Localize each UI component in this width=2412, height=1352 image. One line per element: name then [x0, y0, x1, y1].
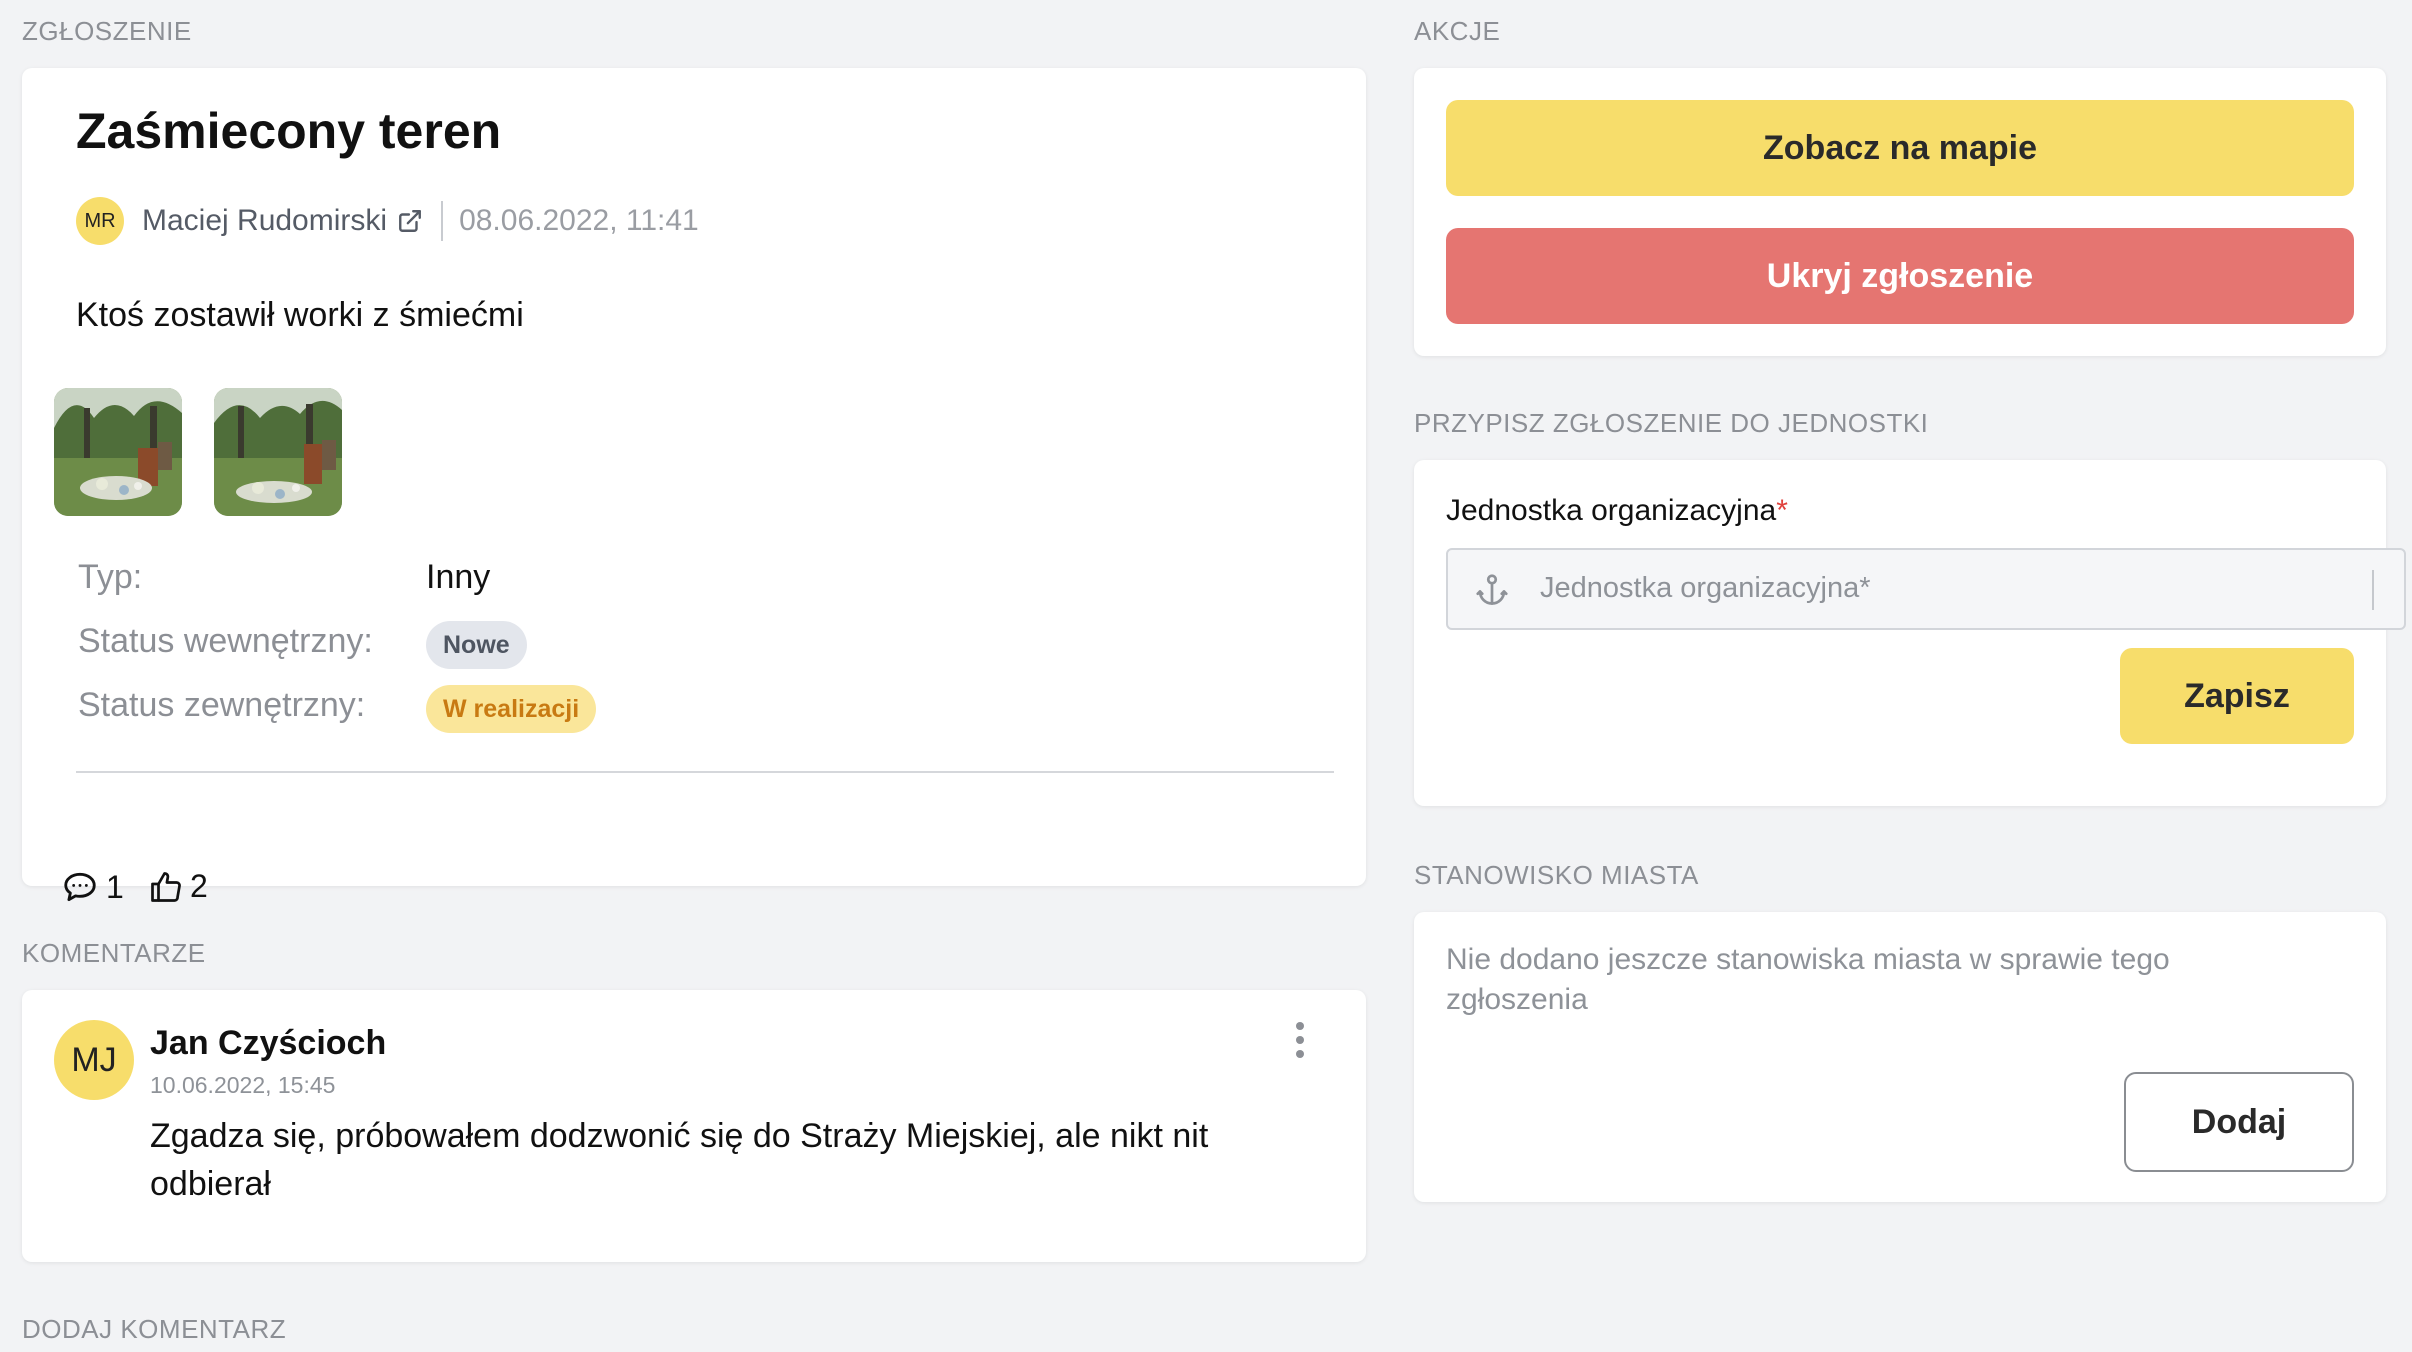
internal-status-label: Status wewnętrzny:	[78, 622, 373, 660]
unit-select[interactable]: Jednostka organizacyjna*	[1446, 548, 2406, 630]
report-photo-1[interactable]	[54, 388, 182, 516]
select-separator	[2372, 570, 2374, 610]
report-card: Zaśmiecony teren MR Maciej Rudomirski 08…	[22, 68, 1366, 905]
external-status-badge: W realizacji	[426, 685, 597, 733]
section-label-actions: AKCJE	[1414, 16, 1501, 46]
likes-stat[interactable]: 2	[148, 868, 208, 905]
comment-avatar: MJ	[54, 1020, 134, 1100]
report-photo-2[interactable]	[214, 388, 342, 516]
section-label-add-comment: DODAJ KOMENTARZ	[22, 1314, 287, 1344]
likes-count: 2	[190, 868, 208, 904]
section-label-assign: PRZYPISZ ZGŁOSZENIE DO JEDNOSTKI	[1414, 408, 1929, 438]
type-label: Typ:	[78, 558, 143, 596]
comment-text: Zgadza się, próbowałem dodzwonić się do …	[150, 1117, 1209, 1203]
unit-field-label-text: Jednostka organizacyjna	[1446, 494, 1777, 527]
view-on-map-button[interactable]: Zobacz na mapie	[1446, 100, 2354, 196]
add-position-button[interactable]: Dodaj	[2124, 1072, 2354, 1172]
city-position-card: Nie dodano jeszcze stanowiska miasta w s…	[1414, 912, 2386, 1202]
type-value: Inny	[426, 558, 491, 596]
external-link-icon[interactable]	[397, 208, 423, 234]
unit-field-label: Jednostka organizacyjna*	[1446, 494, 1788, 528]
author-date-divider	[441, 201, 444, 241]
comment-more-icon[interactable]	[1290, 1022, 1310, 1066]
unit-select-placeholder: Jednostka organizacyjna*	[1540, 572, 1871, 604]
comments-count: 1	[106, 868, 124, 905]
comment-icon	[64, 872, 96, 902]
anchor-icon	[1476, 574, 1508, 605]
section-label-report: ZGŁOSZENIE	[22, 16, 192, 46]
report-author-row: MR Maciej Rudomirski 08.06.2022, 11:41	[76, 196, 699, 246]
section-label-comments: KOMENTARZE	[22, 938, 206, 968]
internal-status-badge: Nowe	[426, 621, 527, 669]
comment-author: Jan Czyścioch	[150, 1024, 387, 1062]
external-status-label: Status zewnętrzny:	[78, 686, 366, 724]
actions-card: Zobacz na mapie Ukryj zgłoszenie	[1414, 68, 2386, 356]
author-avatar: MR	[76, 197, 124, 245]
required-mark: *	[1776, 494, 1788, 527]
report-divider	[76, 771, 1334, 773]
city-position-empty-text: Nie dodano jeszcze stanowiska miasta w s…	[1446, 943, 2170, 1016]
thumbs-up-icon	[151, 871, 181, 902]
section-label-city-position: STANOWISKO MIASTA	[1414, 860, 1699, 890]
comments-stat[interactable]: 1	[60, 868, 124, 906]
report-date: 08.06.2022, 11:41	[459, 204, 699, 237]
author-name-link[interactable]: Maciej Rudomirski	[142, 204, 387, 238]
assign-card: Jednostka organizacyjna* Jednostka organ…	[1414, 460, 2406, 806]
report-title: Zaśmiecony teren	[76, 103, 502, 159]
report-description: Ktoś zostawił worki z śmiećmi	[76, 296, 524, 334]
comment-card: MJ Jan Czyścioch 10.06.2022, 15:45 Zgadz…	[22, 990, 1366, 1262]
comment-date: 10.06.2022, 15:45	[150, 1072, 336, 1098]
hide-report-button[interactable]: Ukryj zgłoszenie	[1446, 228, 2354, 324]
save-button[interactable]: Zapisz	[2120, 648, 2354, 744]
